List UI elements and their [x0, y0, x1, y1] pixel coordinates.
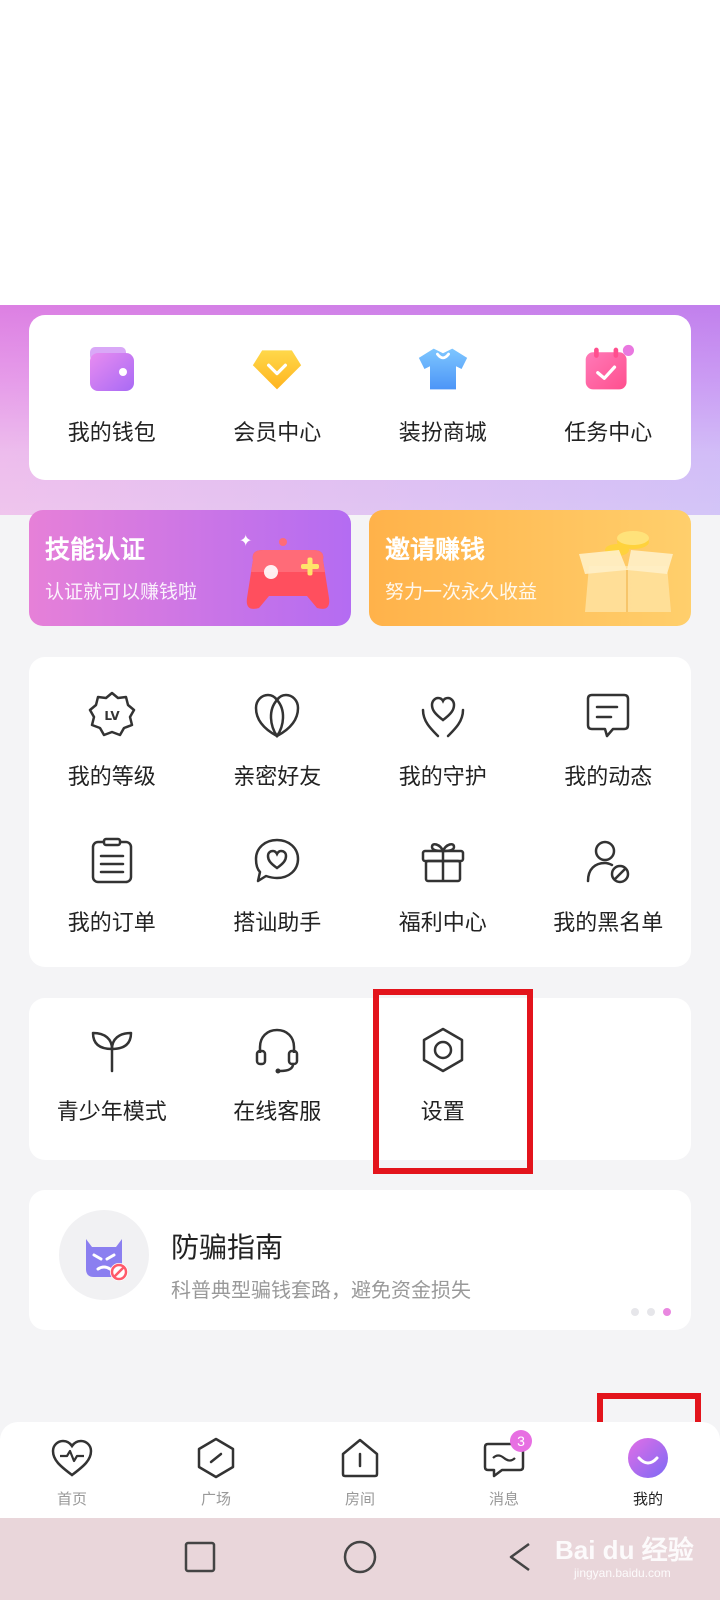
- guide-title: 防骗指南: [171, 1231, 284, 1264]
- baidu-watermark: Bai du 经验: [555, 1535, 694, 1565]
- intimate-friends-icon: [251, 689, 303, 741]
- back-button[interactable]: [503, 1540, 537, 1578]
- heartbeat-icon: [50, 1436, 94, 1480]
- feature-intimate-friends[interactable]: 亲密好友: [195, 689, 361, 791]
- tab-messages[interactable]: 3 消息: [432, 1422, 576, 1518]
- tab-label: 消息: [488, 1490, 519, 1508]
- feature-label: 我的等级: [67, 765, 156, 790]
- carousel-dot: [647, 1308, 655, 1316]
- tab-mine[interactable]: 我的: [576, 1422, 720, 1518]
- tool-label: 青少年模式: [56, 1100, 167, 1125]
- guard-heart-icon: [417, 689, 469, 741]
- tab-label: 房间: [344, 1490, 375, 1508]
- diamond-icon: [251, 343, 303, 395]
- carousel-dot: [631, 1308, 639, 1316]
- promo-skill-certification[interactable]: 技能认证 认证就可以赚钱啦 ✦: [29, 510, 351, 626]
- carousel-dot-active: [663, 1308, 671, 1316]
- recents-button[interactable]: [183, 1540, 217, 1578]
- tab-room[interactable]: 房间: [288, 1422, 432, 1518]
- feature-orders[interactable]: 我的订单: [29, 835, 195, 937]
- blocked-user-icon: [582, 835, 634, 887]
- blank-header-area: [0, 0, 720, 305]
- tab-label: 广场: [200, 1490, 231, 1508]
- chat-heart-icon: [251, 835, 303, 887]
- bottom-tab-bar: 首页 广场 房间 3 消息 我的: [0, 1422, 720, 1518]
- promo-subtitle: 认证就可以赚钱啦: [45, 581, 198, 603]
- wallet-icon: [86, 343, 138, 395]
- tool-customer-service[interactable]: 在线客服: [195, 1024, 361, 1126]
- feature-level[interactable]: LV 我的等级: [29, 689, 195, 791]
- tab-label: 我的: [632, 1490, 663, 1508]
- feature-guard[interactable]: 我的守护: [360, 689, 526, 791]
- feature-chat-assistant[interactable]: 搭讪助手: [195, 835, 361, 937]
- tool-empty-slot: [526, 1024, 692, 1126]
- quick-action-label: 任务中心: [564, 421, 653, 446]
- tool-teen-mode[interactable]: 青少年模式: [29, 1024, 195, 1126]
- anti-fraud-guide-card[interactable]: 防骗指南 科普典型骗钱套路，避免资金损失: [29, 1190, 691, 1330]
- feature-label: 亲密好友: [233, 765, 322, 790]
- square-icon: [194, 1436, 238, 1480]
- tab-home[interactable]: 首页: [0, 1422, 144, 1518]
- tshirt-icon: [417, 343, 469, 395]
- orders-icon: [86, 835, 138, 887]
- feature-label: 福利中心: [398, 911, 487, 936]
- feature-label: 我的守护: [398, 765, 487, 790]
- quick-action-label: 装扮商城: [398, 421, 487, 446]
- feature-label: 我的订单: [67, 911, 156, 936]
- settings-highlight-box: [373, 989, 533, 1174]
- tool-label: 在线客服: [233, 1100, 322, 1125]
- feature-posts[interactable]: 我的动态: [526, 689, 692, 791]
- unread-badge: 3: [510, 1430, 532, 1452]
- tab-label: 首页: [56, 1490, 87, 1508]
- promo-subtitle: 努力一次永久收益: [385, 581, 538, 603]
- tab-square[interactable]: 广场: [144, 1422, 288, 1518]
- calendar-check-icon: [582, 343, 635, 395]
- features-card: LV 我的等级 亲密好友 我的守护 我的动态 我的订单 搭讪助手 福利中心 我的…: [29, 657, 691, 967]
- posts-icon: [582, 689, 634, 741]
- quick-action-dress-shop[interactable]: 装扮商城: [360, 343, 526, 447]
- promo-invite-earn[interactable]: 邀请赚钱 努力一次永久收益: [369, 510, 691, 626]
- gift-box-coins-icon: [571, 520, 681, 620]
- tools-card: 青少年模式 在线客服 设置: [29, 998, 691, 1160]
- message-icon: 3: [482, 1430, 532, 1480]
- quick-action-vip[interactable]: 会员中心: [195, 343, 361, 447]
- quick-action-label: 会员中心: [233, 421, 322, 446]
- feature-welfare[interactable]: 福利中心: [360, 835, 526, 937]
- quick-action-label: 我的钱包: [67, 421, 156, 446]
- carousel-dots: [631, 1308, 671, 1316]
- svg-text:✦: ✦: [239, 531, 252, 550]
- anti-fraud-devil-icon: [59, 1210, 149, 1300]
- quick-action-wallet[interactable]: 我的钱包: [29, 343, 195, 447]
- feature-label: 搭讪助手: [233, 911, 322, 936]
- sprout-icon: [86, 1024, 138, 1076]
- feature-label: 我的动态: [564, 765, 653, 790]
- gamepad-icon: ✦: [231, 520, 341, 620]
- promo-title: 邀请赚钱: [385, 535, 486, 564]
- quick-action-tasks[interactable]: 任务中心: [526, 343, 692, 447]
- baidu-watermark-domain: jingyan.baidu.com: [574, 1566, 671, 1580]
- home-button[interactable]: [342, 1539, 378, 1579]
- profile-smile-icon: [626, 1436, 670, 1480]
- quick-actions-card: 我的钱包 会员中心 装扮商城 任务中心: [29, 315, 691, 480]
- guide-subtitle: 科普典型骗钱套路，避免资金损失: [171, 1278, 471, 1302]
- svg-text:LV: LV: [104, 709, 120, 723]
- promo-title: 技能认证: [45, 535, 146, 564]
- headset-icon: [251, 1024, 303, 1076]
- feature-label: 我的黑名单: [553, 911, 664, 936]
- gift-icon: [417, 835, 469, 887]
- house-icon: [338, 1436, 382, 1480]
- level-badge-icon: LV: [86, 689, 138, 741]
- feature-blacklist[interactable]: 我的黑名单: [526, 835, 692, 937]
